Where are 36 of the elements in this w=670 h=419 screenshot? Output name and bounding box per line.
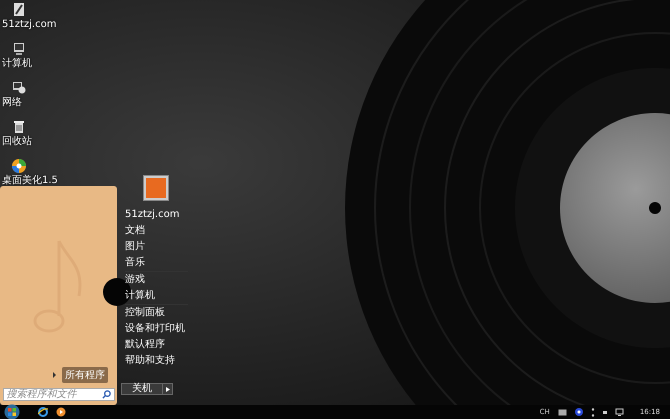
monitor-icon[interactable] [614,408,624,416]
desktop-icon-label[interactable]: 51ztzj.com [2,19,56,30]
shutdown-button[interactable]: 关机 [121,383,163,395]
shutdown-options-button[interactable] [163,383,173,395]
desktop-icon-label[interactable]: 桌面美化1.5 [2,175,58,186]
app-icon[interactable] [11,158,27,174]
start-orb-icon[interactable] [4,404,20,419]
start-menu-item[interactable]: 设备和打印机 [125,321,192,337]
desktop-icon-label[interactable]: 网络 [2,97,22,108]
start-menu-item[interactable]: 音乐 [125,255,192,271]
start-menu-item[interactable]: 默认程序 [125,337,192,353]
help-icon[interactable] [574,408,583,416]
start-menu-item[interactable]: 51ztzj.com [125,207,192,223]
all-programs-item[interactable]: 所有程序 [53,367,108,383]
triangle-icon [53,372,56,378]
start-menu-item[interactable]: 游戏 [125,272,192,288]
start-menu-item[interactable]: 帮助和支持 [125,353,192,369]
dash-icon[interactable] [602,410,607,414]
desktop-icon-label[interactable]: 回收站 [2,136,32,147]
computer-icon[interactable] [11,41,27,57]
start-menu-item[interactable]: 控制面板 [125,305,192,321]
triangle-icon [166,386,170,392]
all-programs-label[interactable]: 所有程序 [62,367,108,383]
document-icon[interactable] [11,2,27,18]
desktop-icon-label[interactable]: 计算机 [2,58,32,69]
keyboard-icon[interactable] [558,408,567,416]
network-icon[interactable] [11,80,27,96]
search-icon [102,390,110,399]
dots-icon[interactable] [590,408,595,416]
flower-photo-placeholder [146,178,166,198]
browser-icon[interactable] [38,407,48,417]
media-player-icon[interactable] [56,407,66,417]
start-menu-item[interactable]: 图片 [125,239,192,255]
trash-icon[interactable] [11,119,27,135]
start-menu-item[interactable]: 计算机 [125,288,192,304]
start-menu-item[interactable]: 文档 [125,223,192,239]
